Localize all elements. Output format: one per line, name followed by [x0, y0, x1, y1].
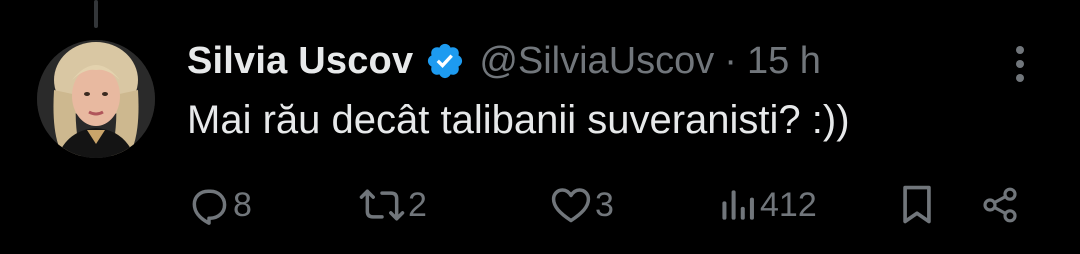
views-icon	[718, 183, 758, 227]
reply-icon	[187, 183, 231, 227]
avatar[interactable]	[37, 40, 155, 158]
share-button[interactable]	[980, 178, 1020, 232]
reply-count: 8	[233, 185, 252, 224]
like-button[interactable]: 3	[549, 178, 614, 232]
verified-icon	[425, 41, 465, 81]
retweet-count: 2	[408, 185, 427, 224]
retweet-icon	[358, 183, 406, 227]
bookmark-button[interactable]	[898, 178, 936, 232]
timestamp[interactable]: 15 h	[747, 40, 821, 83]
more-icon[interactable]	[1004, 40, 1036, 88]
author-handle[interactable]: @SilviaUscov	[479, 40, 714, 83]
reply-button[interactable]: 8	[187, 178, 252, 232]
author-name[interactable]: Silvia Uscov	[187, 40, 413, 83]
tweet-header: Silvia Uscov @SilviaUscov · 15 h	[187, 36, 821, 86]
share-icon	[980, 183, 1020, 227]
separator-dot: ·	[724, 39, 737, 82]
avatar-image	[37, 40, 155, 158]
tweet-actions: 8 2 3 412	[0, 178, 1080, 232]
like-icon	[549, 183, 593, 227]
bookmark-icon	[898, 183, 936, 227]
like-count: 3	[595, 185, 614, 224]
thread-connector-line	[94, 0, 98, 28]
retweet-button[interactable]: 2	[358, 178, 427, 232]
views-count: 412	[760, 185, 817, 224]
tweet-text: Mai rău decât talibanii suveranisti? :))	[187, 98, 850, 142]
views-button[interactable]: 412	[718, 178, 817, 232]
